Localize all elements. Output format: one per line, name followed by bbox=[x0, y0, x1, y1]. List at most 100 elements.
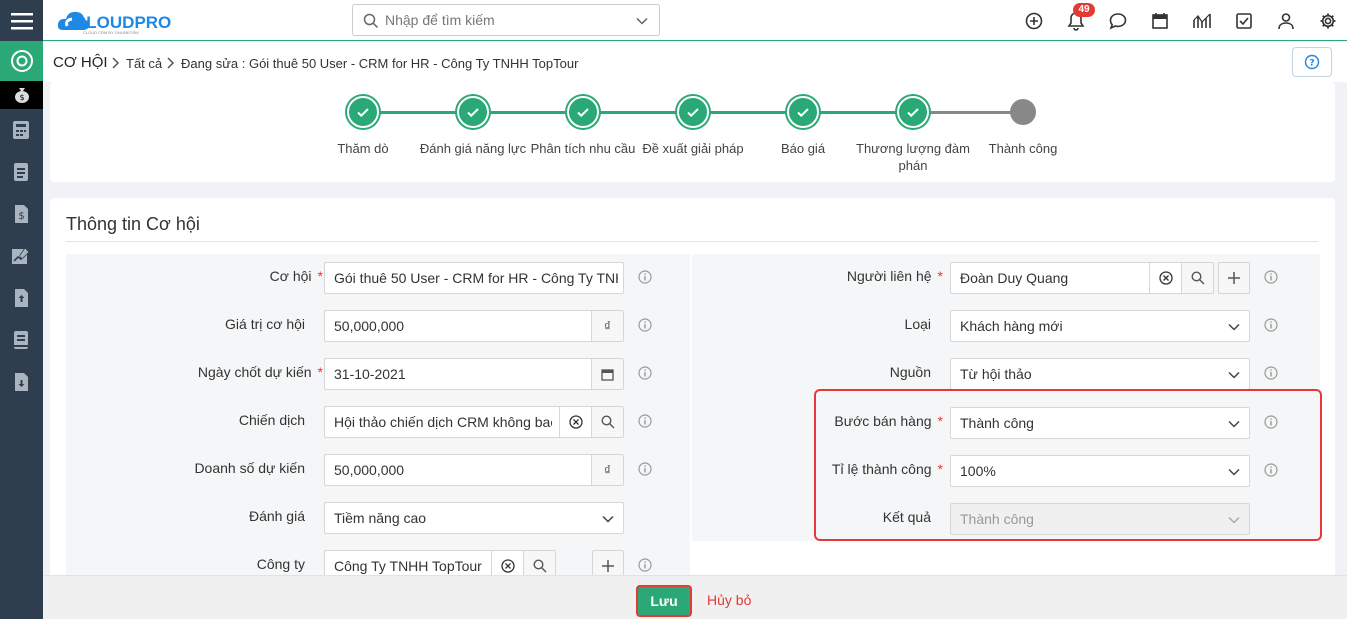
opportunity-name-field[interactable] bbox=[324, 262, 624, 294]
stage-marker[interactable] bbox=[567, 96, 599, 128]
calendar-addon[interactable] bbox=[591, 359, 623, 389]
expected-sales-input[interactable] bbox=[334, 462, 584, 478]
hamburger-icon bbox=[10, 12, 33, 29]
left-sidebar: $ $ bbox=[0, 0, 43, 619]
calculator-icon bbox=[13, 121, 29, 139]
company-input[interactable] bbox=[334, 558, 484, 574]
opportunity-name-input[interactable] bbox=[334, 270, 618, 286]
info-icon[interactable] bbox=[1264, 270, 1278, 284]
sidebar-item-download[interactable] bbox=[9, 370, 33, 394]
search-contact-button[interactable] bbox=[1181, 263, 1213, 293]
stage-label: Thăm dò bbox=[337, 141, 389, 156]
source-label: Nguồn bbox=[889, 364, 931, 380]
search-icon bbox=[532, 559, 546, 573]
calendar-button[interactable] bbox=[1149, 10, 1171, 32]
campaign-field[interactable] bbox=[324, 406, 624, 438]
contact-field[interactable] bbox=[950, 262, 1214, 294]
search-company-button[interactable] bbox=[523, 551, 555, 575]
check-icon bbox=[357, 108, 369, 118]
stage-marker[interactable] bbox=[897, 96, 929, 128]
breadcrumb-all[interactable]: Tất cả bbox=[126, 56, 162, 71]
sidebar-item-book[interactable] bbox=[9, 328, 33, 352]
clear-company-button[interactable] bbox=[491, 551, 523, 575]
sidebar-item-upload[interactable] bbox=[9, 286, 33, 310]
target-icon bbox=[10, 50, 33, 72]
close-date-input[interactable] bbox=[334, 366, 584, 382]
search-icon bbox=[363, 13, 379, 29]
info-icon[interactable] bbox=[1264, 318, 1278, 332]
calendar-icon bbox=[1152, 13, 1168, 29]
global-search[interactable] bbox=[352, 4, 660, 36]
info-icon[interactable] bbox=[638, 558, 652, 572]
sidebar-item-opportunities[interactable] bbox=[0, 41, 43, 81]
chat-icon bbox=[1109, 13, 1127, 30]
opportunity-value-field[interactable]: ₫ bbox=[324, 310, 624, 342]
type-select[interactable] bbox=[950, 310, 1250, 342]
close-date-field[interactable] bbox=[324, 358, 624, 390]
plus-circle-icon bbox=[1025, 12, 1043, 30]
info-icon[interactable] bbox=[638, 366, 652, 380]
info-icon[interactable] bbox=[1264, 366, 1278, 380]
chevron-down-icon bbox=[1228, 371, 1240, 379]
campaign-input[interactable] bbox=[334, 414, 552, 430]
sidebar-item-documents[interactable] bbox=[9, 160, 33, 184]
notification-badge: 49 bbox=[1073, 3, 1095, 17]
search-icon bbox=[1190, 271, 1204, 285]
settings-button[interactable] bbox=[1317, 10, 1339, 32]
svg-text:$: $ bbox=[18, 211, 24, 222]
logo-tagline: CLOUD CRM BY ONLINECRM bbox=[83, 30, 139, 35]
profile-button[interactable] bbox=[1275, 10, 1297, 32]
quick-create-button[interactable] bbox=[1023, 10, 1045, 32]
cloudpro-logo[interactable]: CLOUDPRO CLOUD CRM BY ONLINECRM bbox=[57, 8, 177, 35]
stage-marker[interactable] bbox=[1010, 99, 1036, 125]
company-label: Công ty bbox=[256, 556, 305, 572]
info-icon[interactable] bbox=[638, 414, 652, 428]
cancel-link[interactable]: Hủy bỏ bbox=[707, 592, 751, 608]
stage-marker[interactable] bbox=[677, 96, 709, 128]
check-icon bbox=[467, 108, 479, 118]
sidebar-item-invoices[interactable]: $ bbox=[9, 202, 33, 226]
rating-select[interactable] bbox=[324, 502, 624, 534]
breadcrumb: CƠ HỘI Tất cả Đang sửa : Gói thuê 50 Use… bbox=[43, 42, 1347, 82]
add-contact-button[interactable] bbox=[1218, 262, 1250, 294]
search-input[interactable] bbox=[385, 11, 625, 29]
stage-marker[interactable] bbox=[347, 96, 379, 128]
stage-marker[interactable] bbox=[457, 96, 489, 128]
type-value[interactable] bbox=[960, 318, 1244, 334]
tasks-button[interactable] bbox=[1233, 10, 1255, 32]
sidebar-item-money[interactable]: $ bbox=[0, 81, 43, 109]
expected-sales-field[interactable]: ₫ bbox=[324, 454, 624, 486]
user-icon bbox=[1278, 13, 1294, 30]
hamburger-menu-button[interactable] bbox=[0, 0, 43, 41]
save-button[interactable]: Lưu bbox=[636, 585, 692, 617]
sidebar-item-calculator[interactable] bbox=[9, 118, 33, 142]
progress-line-done bbox=[363, 111, 913, 114]
help-button[interactable]: ? bbox=[1292, 47, 1332, 77]
chat-button[interactable] bbox=[1107, 10, 1129, 32]
check-icon bbox=[797, 108, 809, 118]
clear-campaign-button[interactable] bbox=[559, 407, 591, 437]
add-company-button[interactable] bbox=[592, 550, 624, 575]
sales-stage-progress: Thăm dò Đánh giá năng lực Phân tích nhu cầ… bbox=[50, 82, 1335, 182]
clear-contact-button[interactable] bbox=[1149, 263, 1181, 293]
source-select[interactable] bbox=[950, 358, 1250, 390]
stage-marker[interactable] bbox=[787, 96, 819, 128]
source-value[interactable] bbox=[960, 366, 1244, 382]
contact-input[interactable] bbox=[960, 270, 1140, 286]
check-icon bbox=[907, 108, 919, 118]
stage-label: Thương lượng đàm phán bbox=[856, 141, 970, 173]
info-icon[interactable] bbox=[638, 270, 652, 284]
close-date-label: Ngày chốt dự kiến * bbox=[197, 364, 323, 380]
reports-button[interactable] bbox=[1191, 10, 1213, 32]
chevron-down-icon[interactable] bbox=[635, 14, 649, 28]
rating-value[interactable] bbox=[334, 510, 618, 526]
info-icon[interactable] bbox=[638, 462, 652, 476]
search-campaign-button[interactable] bbox=[591, 407, 623, 437]
section-divider bbox=[66, 241, 1318, 242]
breadcrumb-module[interactable]: CƠ HỘI bbox=[53, 54, 108, 71]
sidebar-item-reports[interactable] bbox=[9, 244, 33, 268]
company-field[interactable] bbox=[324, 550, 556, 575]
check-icon bbox=[687, 108, 699, 118]
info-icon[interactable] bbox=[638, 318, 652, 332]
opportunity-value-input[interactable] bbox=[334, 318, 584, 334]
